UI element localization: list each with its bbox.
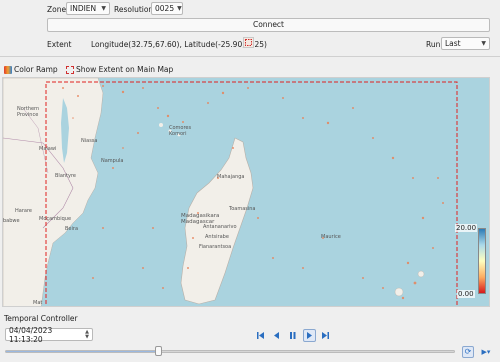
- ramp-min-label: 0.00: [457, 290, 475, 298]
- label-mocambique: Moçambique: [39, 216, 72, 222]
- resolution-select[interactable]: 0025 ▼: [151, 2, 183, 15]
- palette-icon: [4, 65, 12, 74]
- datetime-field[interactable]: 04/04/2023 11:13:20 ▲ ▼: [5, 325, 93, 344]
- play-reverse-icon: [274, 332, 279, 339]
- label-matola: Mat: [33, 300, 43, 306]
- datetime-value: 04/04/2023 11:13:20: [9, 325, 53, 344]
- label-malawi: Malawi: [39, 146, 57, 152]
- extent-value: Longitude(32.75,67.60), Latitude(-25.90,…: [91, 40, 267, 49]
- label-harare: Harare: [15, 208, 32, 214]
- show-extent-label: Show Extent on Main Map: [76, 65, 174, 74]
- chevron-down-icon: ▼: [481, 40, 486, 47]
- select-extent-icon[interactable]: [243, 37, 254, 48]
- label-zimbabwe: babwe: [3, 218, 20, 224]
- chevron-down-icon: ▼: [101, 5, 106, 12]
- step-back-button[interactable]: [271, 330, 282, 341]
- settings-button[interactable]: ▶▾: [480, 346, 492, 358]
- label-niassa: Niassa: [81, 138, 98, 144]
- skip-to-end-button[interactable]: [320, 330, 331, 341]
- chevron-down-icon: ▼: [177, 5, 182, 12]
- extent-crosshair-icon: [245, 39, 252, 46]
- extent-label: Extent: [47, 40, 72, 49]
- label-comores: Comores Komori: [169, 125, 192, 137]
- time-slider-handle[interactable]: [155, 346, 162, 356]
- loop-button[interactable]: ⟳: [462, 346, 474, 358]
- skip-to-start-button[interactable]: [255, 330, 266, 341]
- label-maurice: Maurice: [321, 234, 341, 240]
- label-northern-province: Northern Province: [17, 106, 40, 118]
- run-value: Last: [445, 39, 461, 48]
- label-mahajanga: Mahajanga: [217, 174, 245, 180]
- temporal-title: Temporal Controller: [4, 314, 78, 323]
- loop-icon: ⟳: [464, 347, 472, 356]
- spin-arrows-icon[interactable]: ▲ ▼: [85, 329, 89, 340]
- color-ramp-label: Color Ramp: [14, 65, 58, 74]
- extent-icon: [66, 65, 74, 74]
- zone-select[interactable]: INDIEN ▼: [66, 2, 110, 15]
- label-nampula: Nampula: [101, 158, 124, 164]
- resolution-label: Resolution: [114, 5, 154, 14]
- color-ramp-toggle[interactable]: Color Ramp: [4, 65, 58, 74]
- pause-button[interactable]: [287, 330, 298, 341]
- play-button[interactable]: [303, 329, 316, 342]
- time-slider-fill: [6, 351, 159, 352]
- run-label: Run: [426, 40, 441, 49]
- connect-button[interactable]: Connect: [47, 18, 490, 32]
- divider: [0, 56, 500, 57]
- skip-end-icon: [322, 332, 329, 339]
- zone-value: INDIEN: [70, 4, 97, 13]
- time-slider-track[interactable]: [5, 350, 455, 353]
- show-extent-toggle[interactable]: Show Extent on Main Map: [66, 65, 173, 74]
- resolution-value: 0025: [155, 4, 175, 13]
- skip-start-icon: [257, 332, 264, 339]
- settings-icon: ▶▾: [481, 348, 491, 356]
- basemap: [3, 78, 458, 306]
- label-antananarivo: Antananarivo: [203, 224, 237, 230]
- map-canvas[interactable]: Northern Province Niassa Malawi Nampula …: [2, 77, 490, 307]
- label-blantyre: Blantyre: [55, 173, 76, 179]
- label-beira: Beira: [65, 226, 79, 232]
- label-antsirabe: Antsirabe: [205, 234, 229, 240]
- ramp-max-label: 20.00: [455, 224, 478, 232]
- label-toamasina: Toamasina: [229, 206, 256, 212]
- pause-icon: [290, 332, 296, 339]
- connect-button-label: Connect: [252, 20, 284, 29]
- color-ramp-legend: [478, 228, 486, 294]
- label-fianarantsoa: Fianarantsoa: [199, 244, 232, 250]
- zone-label: Zone: [47, 5, 67, 14]
- run-select[interactable]: Last ▼: [441, 37, 490, 50]
- play-icon: [307, 332, 312, 339]
